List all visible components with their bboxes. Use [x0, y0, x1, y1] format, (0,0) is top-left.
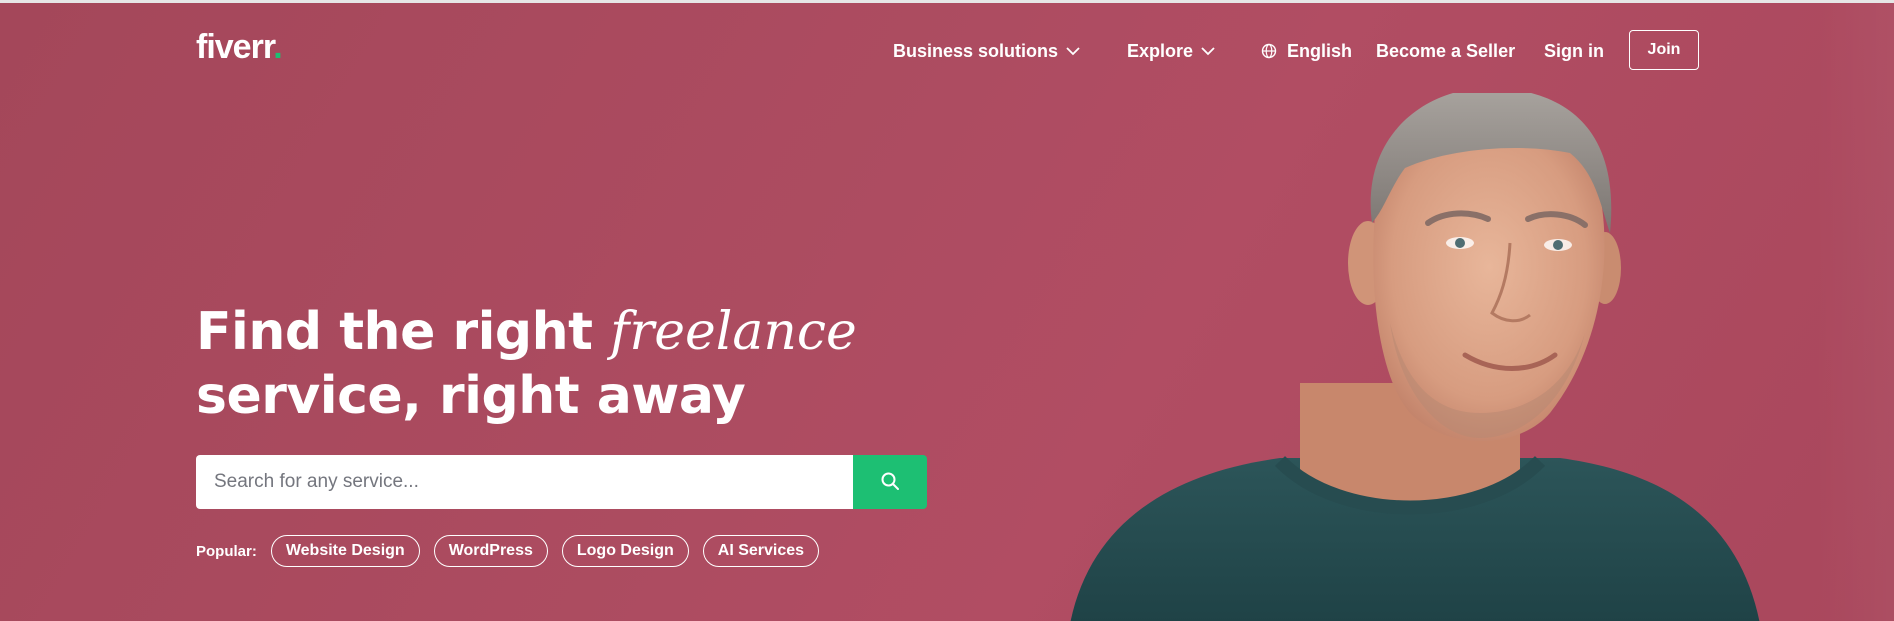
- search-bar: [196, 455, 927, 509]
- headline-italic-word: freelance: [610, 302, 857, 362]
- nav-explore-label: Explore: [1127, 40, 1194, 61]
- search-icon: [880, 471, 900, 494]
- popular-tag-website-design[interactable]: Website Design: [270, 535, 420, 567]
- nav-explore[interactable]: Explore: [1127, 31, 1215, 71]
- headline-line-2: service, right away: [196, 366, 746, 426]
- popular-tag-wordpress[interactable]: WordPress: [433, 535, 548, 567]
- hero-section: fiverr. Business solutions Explore Engli…: [0, 3, 1894, 621]
- nav-sign-in[interactable]: Sign in: [1544, 31, 1604, 71]
- popular-tags: Popular: Website Design WordPress Logo D…: [196, 535, 833, 567]
- nav-business-solutions-label: Business solutions: [893, 40, 1059, 61]
- popular-label: Popular:: [196, 542, 257, 560]
- search-button[interactable]: [853, 455, 927, 509]
- join-button[interactable]: Join: [1629, 30, 1699, 70]
- nav-language-label: English: [1287, 40, 1353, 61]
- nav-business-solutions[interactable]: Business solutions: [893, 31, 1080, 71]
- popular-tag-ai-services[interactable]: AI Services: [702, 535, 820, 567]
- popular-tag-logo-design[interactable]: Logo Design: [561, 535, 689, 567]
- top-nav: Business solutions Explore English Becom…: [0, 31, 1894, 71]
- chevron-down-icon: [1201, 46, 1215, 56]
- headline-line-1: Find the right freelance: [196, 302, 857, 362]
- search-input[interactable]: [196, 455, 853, 509]
- chevron-down-icon: [1066, 46, 1080, 56]
- hero-headline: Find the right freelance service, right …: [196, 300, 857, 428]
- globe-icon: [1261, 43, 1277, 59]
- nav-become-seller[interactable]: Become a Seller: [1376, 31, 1515, 71]
- hero-person-image: [1070, 93, 1760, 621]
- nav-language[interactable]: English: [1261, 31, 1352, 71]
